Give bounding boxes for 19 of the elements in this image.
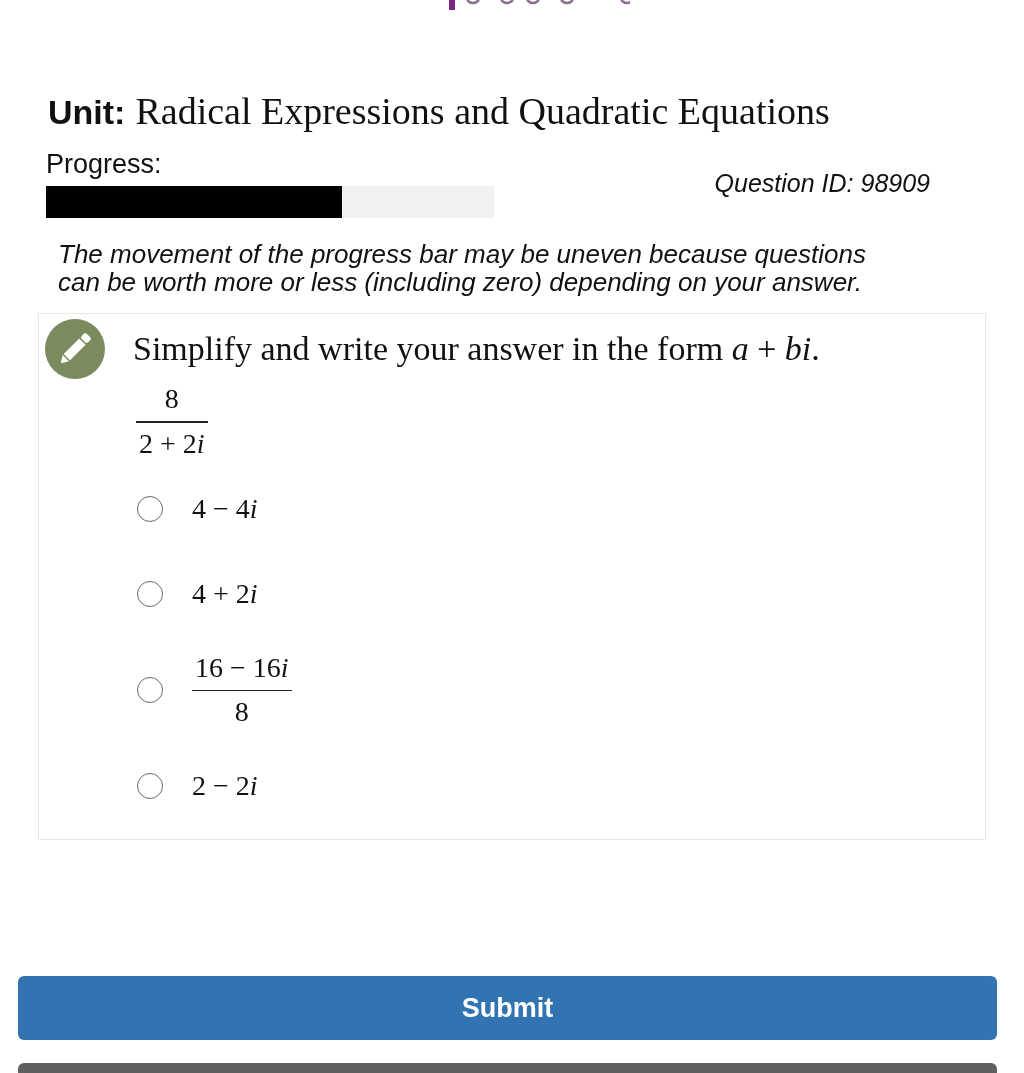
fraction-denominator: 8 [233,696,250,728]
answer-choice: 2 − 2i [192,770,258,802]
submit-button[interactable]: Submit [18,976,997,1040]
fraction-numerator: 8 [163,383,180,415]
progress-note: The movement of the progress bar may be uneven because questions can be worth more or less (including zero) depending on your answer. [58,240,867,296]
radio-button[interactable] [137,676,163,703]
answer-choice: 4 − 4i [192,492,258,525]
question-prompt: Simplify and write your answer in the form a + bi. [133,329,820,369]
answer-choice: 4 + 2i [192,577,258,610]
question-id: Question ID: 98909 [714,167,930,199]
radio-button[interactable] [137,580,163,607]
radio-button[interactable] [137,773,163,799]
unit-label: Unit: [48,92,126,133]
pencil-icon [45,319,105,379]
fraction-denominator: 2 + 2i [138,427,206,460]
fraction-numerator: 16 − 16i [194,651,290,684]
unit-title: Radical Expressions and Quadratic Equations [135,90,830,132]
progress-label: Progress: [46,149,163,179]
radio-button[interactable] [137,495,163,522]
